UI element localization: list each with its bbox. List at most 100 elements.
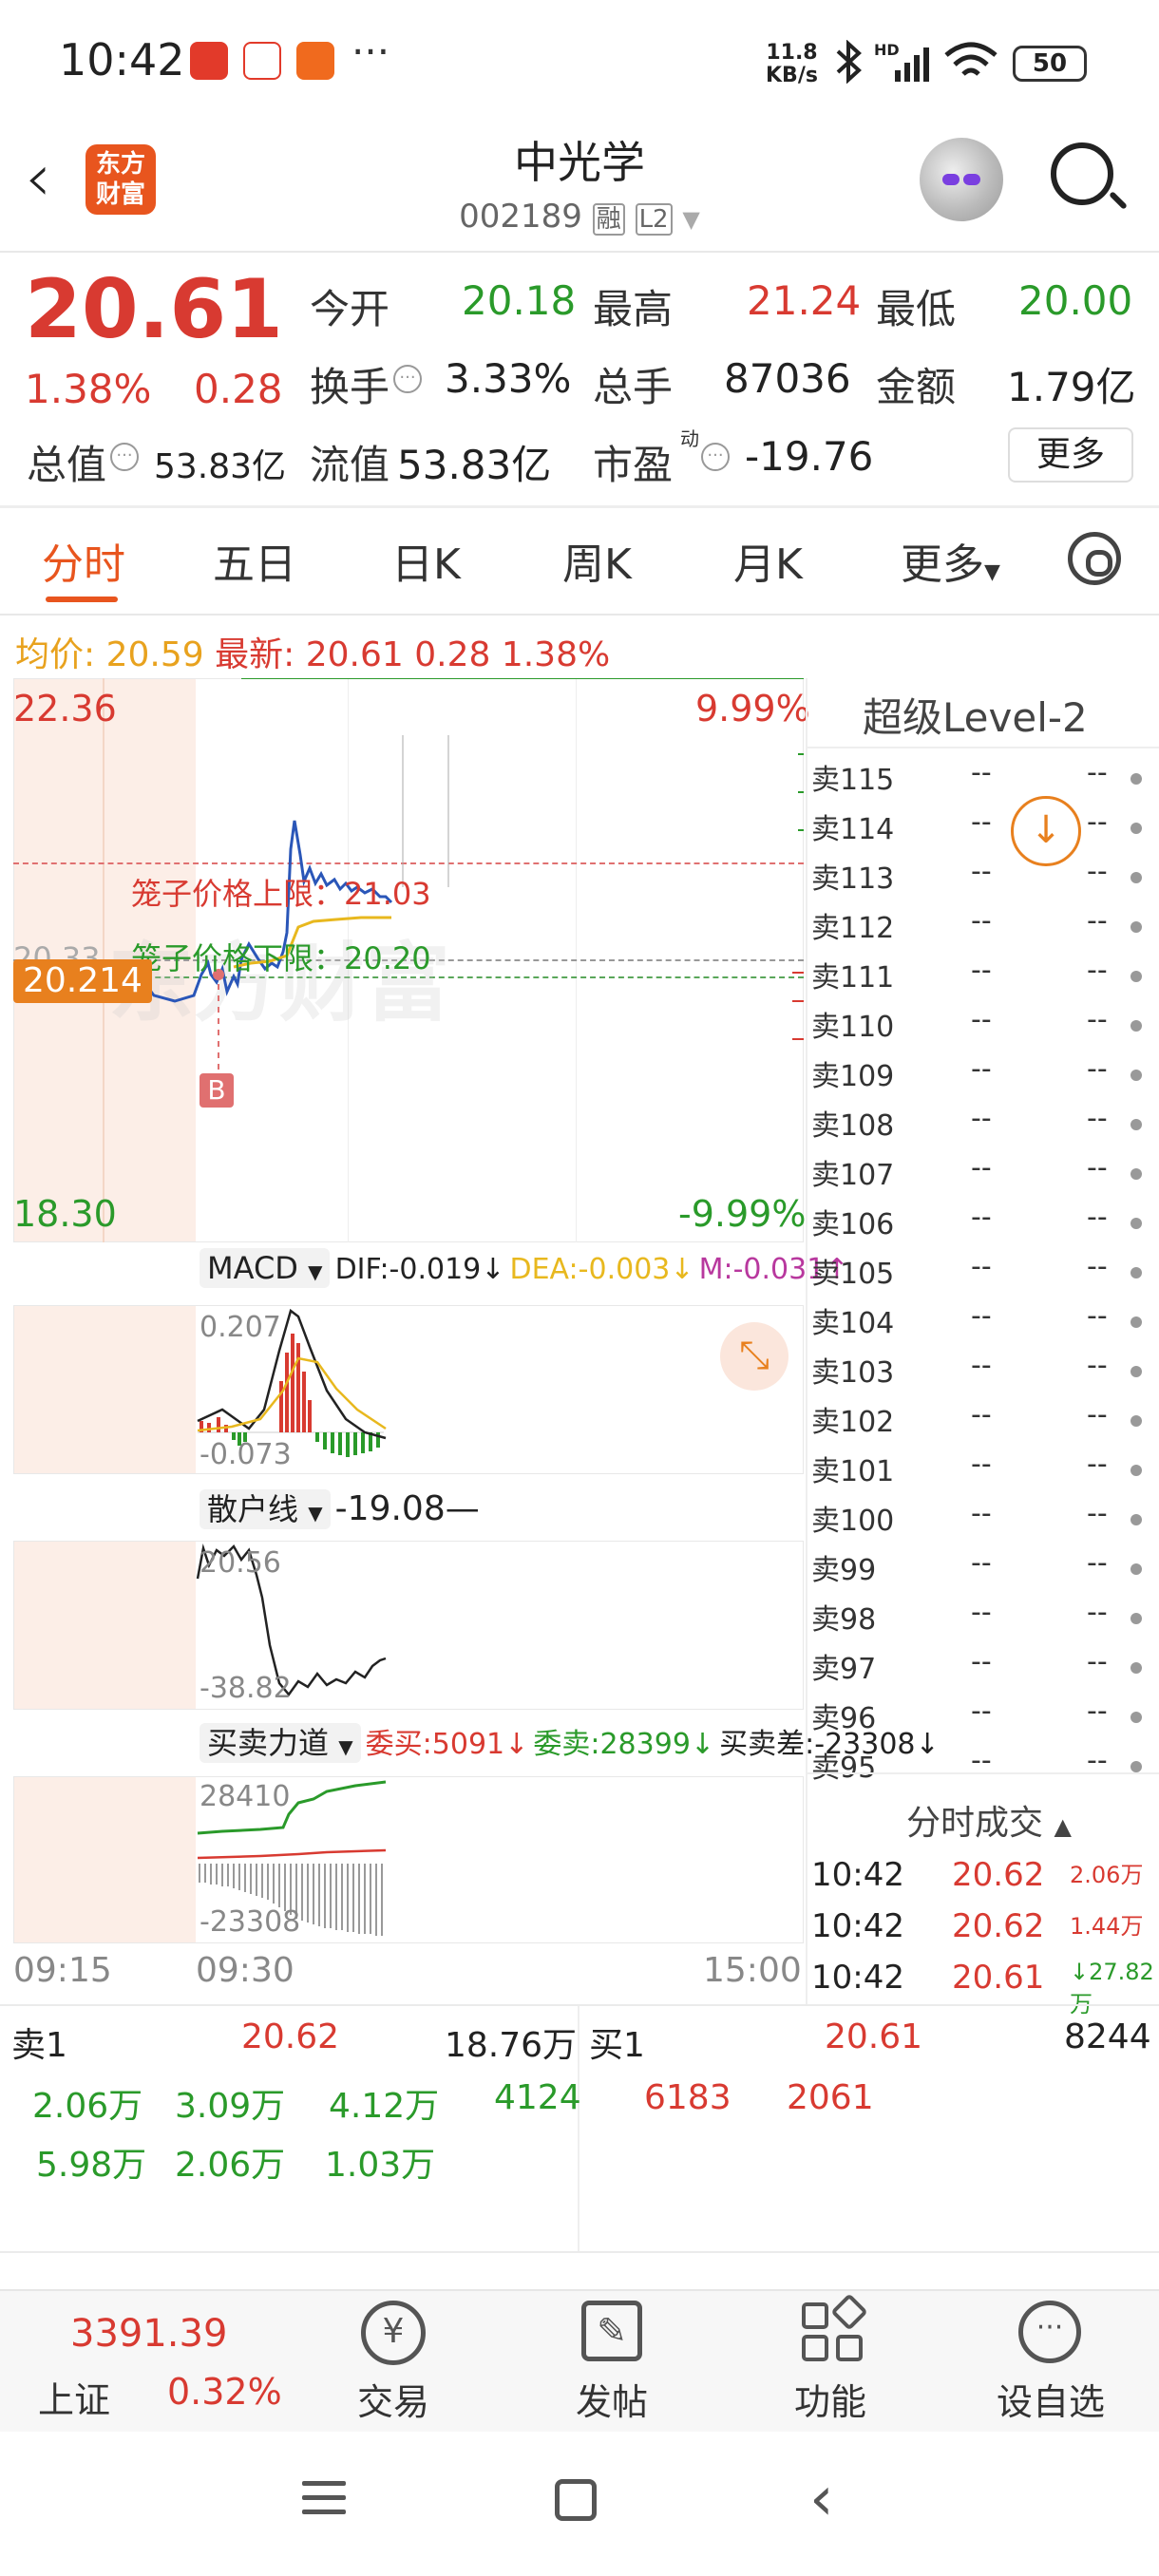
buy-queue-item: 6183 <box>644 2078 732 2117</box>
macd-header: MACD ▼ DIF:-0.019↓ DEA:-0.003↓ M:-0.031↑ <box>200 1248 848 1288</box>
search-icon[interactable] <box>1051 142 1113 205</box>
sell-queue-item: 1.03万 <box>325 2146 436 2185</box>
level2-ask-row[interactable]: 卖109 -- -- <box>811 1052 1159 1102</box>
level2-ask-price: -- <box>971 1695 992 1728</box>
info-icon[interactable]: ··· <box>110 443 139 471</box>
more-notifications-icon: ··· <box>352 28 390 75</box>
force-sell: 委卖:28399↓ <box>533 1728 715 1761</box>
level2-ask-label: 卖99 <box>811 1554 877 1587</box>
level2-ask-volume: -- <box>1087 954 1108 987</box>
sell-queue-item: 2.06万 <box>175 2146 286 2185</box>
menu-icon[interactable] <box>302 2481 346 2514</box>
x-axis-end: 15:00 <box>703 1951 802 1990</box>
level2-ask-row[interactable]: 卖113 -- -- <box>811 855 1159 904</box>
net-speed-value: 11.8 <box>766 41 818 65</box>
status-time: 10:42 <box>59 34 185 85</box>
functions-icon[interactable] <box>802 2302 828 2329</box>
level2-ask-row[interactable]: 卖108 -- -- <box>811 1102 1159 1151</box>
force-selector[interactable]: 买卖力道 ▼ <box>200 1723 361 1763</box>
level2-ask-price: -- <box>971 1448 992 1481</box>
battery-indicator: 50 <box>1013 46 1087 82</box>
level2-ask-dot <box>1130 1267 1142 1279</box>
level2-title[interactable]: 超级Level-2 <box>863 686 1088 744</box>
trade-icon[interactable]: ¥ <box>361 2301 426 2365</box>
index-value[interactable]: 3391.39 <box>70 2312 227 2356</box>
info-icon[interactable]: ··· <box>393 365 422 393</box>
macd-red-bars <box>200 1334 312 1432</box>
nav-add-watchlist[interactable]: 设自选 <box>984 2373 1117 2425</box>
level2-ask-volume: -- <box>1087 1151 1108 1184</box>
nav-post[interactable]: 发帖 <box>545 2373 678 2425</box>
pe-value: -19.76 <box>745 433 874 480</box>
level2-ask-row[interactable]: 卖112 -- -- <box>811 904 1159 954</box>
buy-marker[interactable]: B <box>200 1073 234 1108</box>
high-value: 21.24 <box>747 277 862 324</box>
nav-trade[interactable]: 交易 <box>327 2373 460 2425</box>
level2-ask-row[interactable]: 卖95 -- -- <box>811 1744 1159 1793</box>
force-buy: 委买:5091↓ <box>365 1728 529 1761</box>
index-name[interactable]: 上证 <box>38 2371 110 2423</box>
index-pct[interactable]: 0.32% <box>167 2371 282 2413</box>
low-value: 20.00 <box>1018 277 1133 324</box>
tab-daily-k[interactable]: 日K <box>391 530 461 591</box>
level2-ask-dot <box>1130 1366 1142 1377</box>
level2-ask-label: 卖102 <box>811 1406 895 1439</box>
level2-ask-row[interactable]: 卖114 -- -- <box>811 805 1159 855</box>
level2-ask-row[interactable]: 卖99 -- -- <box>811 1546 1159 1596</box>
level2-ask-dot <box>1130 1662 1142 1674</box>
expand-icon[interactable]: ⤡ <box>720 1322 788 1391</box>
level2-ask-row[interactable]: 卖110 -- -- <box>811 1003 1159 1052</box>
status-bar: 10:42 ··· 11.8 KB/s HD 50 <box>0 0 1159 123</box>
retail-selector[interactable]: 散户线 ▼ <box>200 1489 331 1529</box>
caret-down-icon: ▼ <box>308 1260 323 1283</box>
info-icon[interactable]: ··· <box>701 443 730 471</box>
trades-divider <box>808 1772 1159 1774</box>
home-icon[interactable] <box>555 2479 597 2521</box>
level2-ask-row[interactable]: 卖97 -- -- <box>811 1645 1159 1695</box>
tabs-divider <box>0 614 1159 616</box>
more-button[interactable]: 更多 <box>1008 427 1133 483</box>
level2-ask-price: -- <box>971 1102 992 1135</box>
level2-ask-row[interactable]: 卖105 -- -- <box>811 1250 1159 1299</box>
tab-five-day[interactable]: 五日 <box>213 530 296 591</box>
level2-title-divider <box>808 747 1159 748</box>
nav-functions[interactable]: 功能 <box>764 2373 897 2425</box>
tab-weekly-k[interactable]: 周K <box>562 530 632 591</box>
post-icon[interactable]: ✎ <box>581 2301 642 2361</box>
download-icon[interactable]: ↓ <box>1011 796 1081 866</box>
level2-ask-dot <box>1130 1712 1142 1723</box>
low-label: 最低 <box>876 286 957 332</box>
level2-ask-label: 卖111 <box>811 961 895 994</box>
mktcap-label: 总值 <box>27 442 107 488</box>
force-top-label: 28410 <box>200 1780 291 1813</box>
back-nav-icon[interactable]: ‹ <box>809 2464 834 2534</box>
level2-ask-row[interactable]: 卖96 -- -- <box>811 1695 1159 1744</box>
tab-more[interactable]: 更多▼ <box>901 530 1000 591</box>
level2-ask-row[interactable]: 卖104 -- -- <box>811 1299 1159 1349</box>
level2-ask-volume: -- <box>1087 1201 1108 1234</box>
tab-monthly-k[interactable]: 月K <box>733 530 803 591</box>
robot-eye <box>963 174 980 185</box>
level2-ask-row[interactable]: 卖100 -- -- <box>811 1497 1159 1546</box>
macd-selector[interactable]: MACD ▼ <box>200 1248 331 1288</box>
tab-more-label: 更多 <box>901 540 984 589</box>
sell-queue-item: 3.09万 <box>175 2087 286 2126</box>
settings-gear-icon[interactable] <box>1068 532 1121 585</box>
level2-ask-row[interactable]: 卖98 -- -- <box>811 1596 1159 1645</box>
level2-ask-row[interactable]: 卖107 -- -- <box>811 1151 1159 1201</box>
right-edge-ticks <box>241 678 804 1040</box>
level2-ask-row[interactable]: 卖111 -- -- <box>811 954 1159 1003</box>
wifi-icon <box>944 42 998 76</box>
tab-intraday[interactable]: 分时 <box>42 530 125 591</box>
trades-title[interactable]: 分时成交 ▲ <box>906 1795 1072 1845</box>
mktcap-value: 53.83亿 <box>154 447 287 486</box>
level2-ask-row[interactable]: 卖115 -- -- <box>811 756 1159 805</box>
level2-ask-row[interactable]: 卖106 -- -- <box>811 1201 1159 1250</box>
level2-ask-row[interactable]: 卖102 -- -- <box>811 1398 1159 1448</box>
more-options-icon[interactable]: ··· <box>1018 2301 1081 2363</box>
level2-ask-row[interactable]: 卖103 -- -- <box>811 1349 1159 1398</box>
level2-ask-row[interactable]: 卖101 -- -- <box>811 1448 1159 1497</box>
margin-badge: 融 <box>592 203 625 236</box>
robot-assistant-icon[interactable] <box>920 138 1003 221</box>
current-price: 20.61 <box>25 262 284 357</box>
